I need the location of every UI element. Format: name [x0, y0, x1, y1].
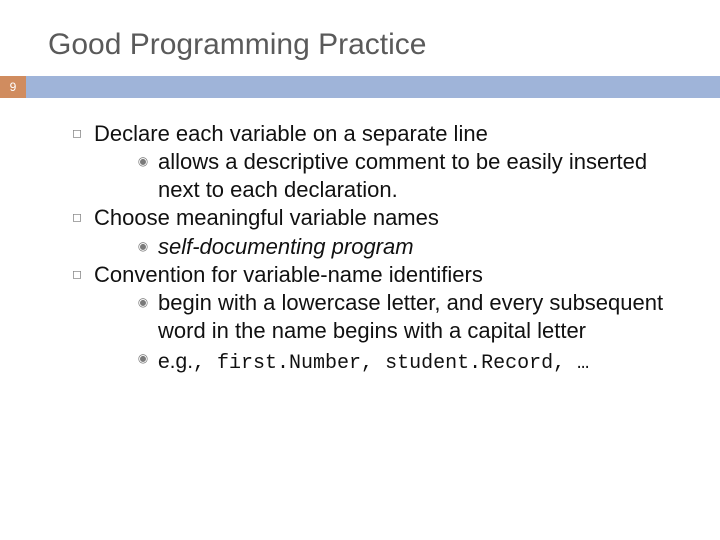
- bullet-text: begin with a lowercase letter, and every…: [158, 289, 700, 345]
- bullet-text: Choose meaningful variable names: [94, 204, 700, 232]
- list-item: ◻ Convention for variable-name identifie…: [60, 261, 700, 289]
- bullet-text: Declare each variable on a separate line: [94, 120, 700, 148]
- list-item: ◉ self-documenting program: [128, 233, 700, 261]
- list-item: ◻ Choose meaningful variable names: [60, 204, 700, 232]
- header-bar: 9: [0, 76, 720, 98]
- bullet-text: Convention for variable-name identifiers: [94, 261, 700, 289]
- list-item: ◉ begin with a lowercase letter, and eve…: [128, 289, 700, 345]
- target-bullet-icon: ◉: [128, 154, 158, 168]
- target-bullet-icon: ◉: [128, 295, 158, 309]
- slide-content: ◻ Declare each variable on a separate li…: [0, 98, 720, 380]
- square-bullet-icon: ◻: [60, 267, 94, 281]
- square-bullet-icon: ◻: [60, 126, 94, 140]
- list-item: ◉ allows a descriptive comment to be eas…: [128, 148, 700, 204]
- slide-title: Good Programming Practice: [0, 0, 720, 76]
- list-item: ◉ e.g., first.Number, student.Record, …: [128, 345, 700, 380]
- bullet-text: e.g., first.Number, student.Record, …: [158, 345, 700, 380]
- code-text: , first.Number, student.Record, …: [193, 352, 589, 375]
- list-item: ◻ Declare each variable on a separate li…: [60, 120, 700, 148]
- eg-prefix: e.g.: [158, 350, 193, 373]
- target-bullet-icon: ◉: [128, 239, 158, 253]
- square-bullet-icon: ◻: [60, 210, 94, 224]
- bullet-text: allows a descriptive comment to be easil…: [158, 148, 700, 204]
- slide: Good Programming Practice 9 ◻ Declare ea…: [0, 0, 720, 540]
- target-bullet-icon: ◉: [128, 351, 158, 365]
- bullet-text: self-documenting program: [158, 233, 700, 261]
- page-number-badge: 9: [0, 76, 26, 98]
